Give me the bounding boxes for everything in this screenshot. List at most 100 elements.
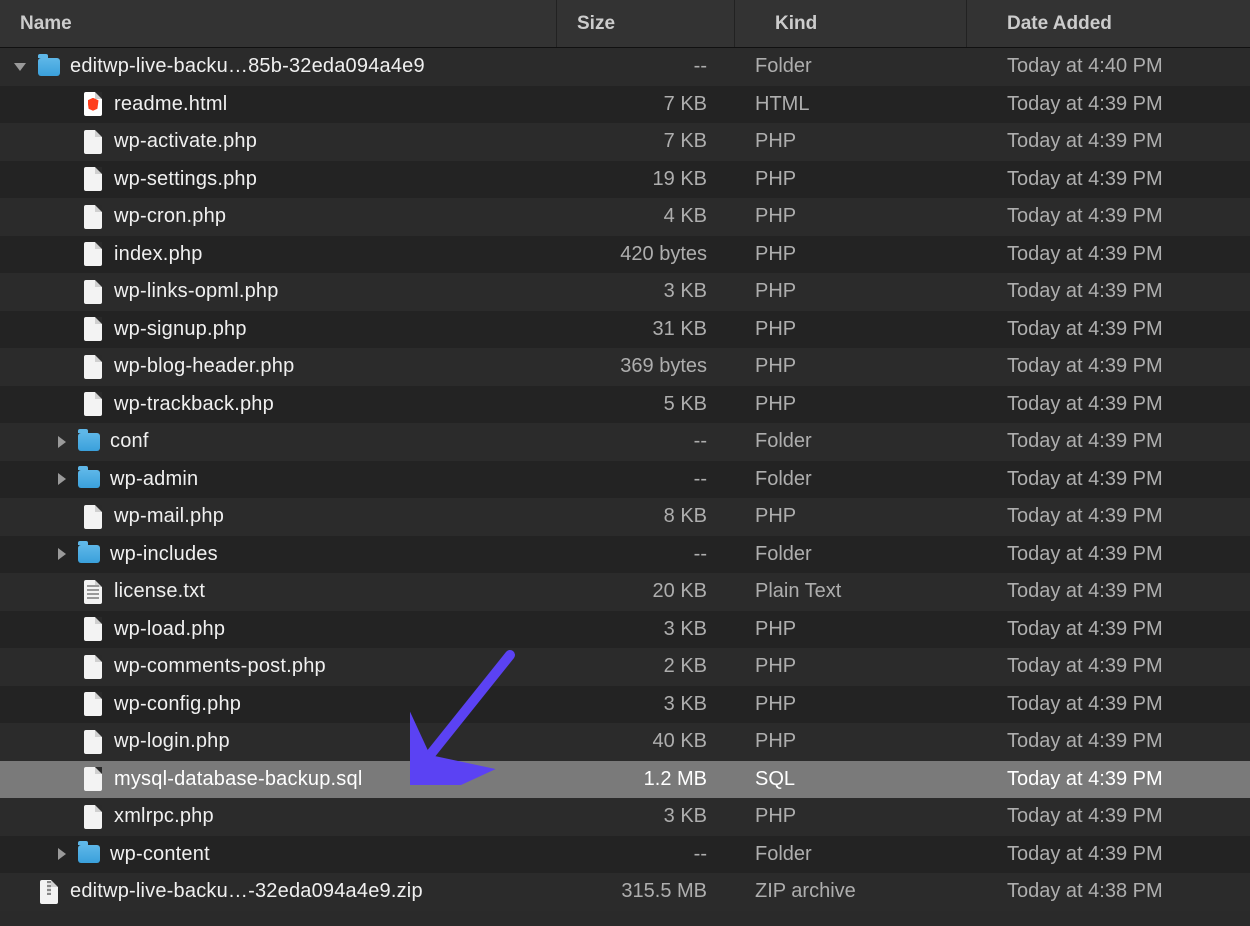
file-size: 31 KB <box>557 318 735 341</box>
html-file-icon <box>82 90 104 118</box>
file-kind: PHP <box>735 280 967 303</box>
generic-file-icon <box>82 353 104 381</box>
folder-icon <box>78 540 100 568</box>
generic-file-icon <box>82 690 104 718</box>
generic-file-icon <box>82 615 104 643</box>
file-name: wp-trackback.php <box>114 393 274 416</box>
file-date-added: Today at 4:39 PM <box>967 318 1250 341</box>
file-size: 3 KB <box>557 618 735 641</box>
generic-file-icon <box>82 653 104 681</box>
file-kind: PHP <box>735 318 967 341</box>
file-date-added: Today at 4:39 PM <box>967 505 1250 528</box>
file-kind: PHP <box>735 730 967 753</box>
folder-icon <box>78 840 100 868</box>
file-kind: PHP <box>735 205 967 228</box>
table-row[interactable]: license.txt20 KBPlain TextToday at 4:39 … <box>0 573 1250 611</box>
table-row[interactable]: wp-links-opml.php3 KBPHPToday at 4:39 PM <box>0 273 1250 311</box>
table-row[interactable]: xmlrpc.php3 KBPHPToday at 4:39 PM <box>0 798 1250 836</box>
table-row[interactable]: wp-signup.php 31 KBPHPToday at 4:39 PM <box>0 311 1250 349</box>
file-size: 20 KB <box>557 580 735 603</box>
column-header-row: Name Size Kind Date Added <box>0 0 1250 48</box>
table-row[interactable]: conf--FolderToday at 4:39 PM <box>0 423 1250 461</box>
table-row[interactable]: wp-content--FolderToday at 4:39 PM <box>0 836 1250 874</box>
folder-icon <box>78 428 100 456</box>
file-date-added: Today at 4:39 PM <box>967 355 1250 378</box>
zip-file-icon <box>38 878 60 906</box>
table-row[interactable]: wp-activate.php7 KBPHPToday at 4:39 PM <box>0 123 1250 161</box>
table-row[interactable]: wp-login.php40 KBPHPToday at 4:39 PM <box>0 723 1250 761</box>
disclosure-triangle-icon[interactable] <box>58 848 66 860</box>
file-name: wp-content <box>110 843 210 866</box>
table-row[interactable]: wp-comments-post.php2 KBPHPToday at 4:39… <box>0 648 1250 686</box>
table-row[interactable]: mysql-database-backup.sql1.2 MBSQLToday … <box>0 761 1250 799</box>
file-kind: Folder <box>735 843 967 866</box>
file-kind: ZIP archive <box>735 880 967 903</box>
file-kind: PHP <box>735 393 967 416</box>
file-date-added: Today at 4:39 PM <box>967 130 1250 153</box>
table-row[interactable]: editwp-live-backu…85b-32eda094a4e9--Fold… <box>0 48 1250 86</box>
table-row[interactable]: readme.html7 KBHTMLToday at 4:39 PM <box>0 86 1250 124</box>
disclosure-spacer <box>58 516 70 517</box>
disclosure-spacer <box>58 779 70 780</box>
disclosure-triangle-icon[interactable] <box>58 548 66 560</box>
column-header-date-added[interactable]: Date Added <box>967 0 1250 47</box>
file-name: wp-blog-header.php <box>114 355 294 378</box>
file-name: wp-login.php <box>114 730 230 753</box>
file-kind: PHP <box>735 355 967 378</box>
disclosure-spacer <box>58 629 70 630</box>
file-name: wp-includes <box>110 543 218 566</box>
file-name: wp-activate.php <box>114 130 257 153</box>
file-name: license.txt <box>114 580 205 603</box>
file-date-added: Today at 4:39 PM <box>967 168 1250 191</box>
column-header-kind[interactable]: Kind <box>735 0 967 47</box>
table-row[interactable]: editwp-live-backu…-32eda094a4e9.zip315.5… <box>0 873 1250 911</box>
file-name: wp-signup.php <box>114 318 247 341</box>
file-kind: PHP <box>735 505 967 528</box>
generic-file-icon <box>82 315 104 343</box>
disclosure-spacer <box>58 366 70 367</box>
file-date-added: Today at 4:39 PM <box>967 618 1250 641</box>
disclosure-spacer <box>58 404 70 405</box>
column-header-name[interactable]: Name <box>0 0 557 47</box>
file-size: 369 bytes <box>557 355 735 378</box>
table-row[interactable]: wp-includes--FolderToday at 4:39 PM <box>0 536 1250 574</box>
file-kind: Plain Text <box>735 580 967 603</box>
column-header-size[interactable]: Size <box>557 0 735 47</box>
file-name: mysql-database-backup.sql <box>114 768 362 791</box>
table-row[interactable]: wp-cron.php4 KBPHPToday at 4:39 PM <box>0 198 1250 236</box>
table-row[interactable]: wp-trackback.php5 KBPHPToday at 4:39 PM <box>0 386 1250 424</box>
disclosure-spacer <box>58 704 70 705</box>
generic-file-icon <box>82 728 104 756</box>
table-row[interactable]: wp-mail.php8 KBPHPToday at 4:39 PM <box>0 498 1250 536</box>
table-row[interactable]: wp-config.php3 KBPHPToday at 4:39 PM <box>0 686 1250 724</box>
file-size: -- <box>557 55 735 78</box>
table-row[interactable]: wp-settings.php19 KBPHPToday at 4:39 PM <box>0 161 1250 199</box>
file-size: -- <box>557 843 735 866</box>
disclosure-spacer <box>58 816 70 817</box>
file-size: -- <box>557 468 735 491</box>
file-date-added: Today at 4:39 PM <box>967 768 1250 791</box>
file-name: wp-links-opml.php <box>114 280 279 303</box>
generic-file-icon <box>82 765 104 793</box>
file-size: 7 KB <box>557 93 735 116</box>
file-size: 4 KB <box>557 205 735 228</box>
file-kind: Folder <box>735 430 967 453</box>
disclosure-triangle-icon[interactable] <box>58 473 66 485</box>
file-size: 420 bytes <box>557 243 735 266</box>
generic-file-icon <box>82 803 104 831</box>
table-row[interactable]: index.php420 bytesPHPToday at 4:39 PM <box>0 236 1250 274</box>
folder-icon <box>78 465 100 493</box>
disclosure-triangle-icon[interactable] <box>14 63 26 71</box>
table-row[interactable]: wp-admin --FolderToday at 4:39 PM <box>0 461 1250 499</box>
file-kind: Folder <box>735 468 967 491</box>
file-name: wp-cron.php <box>114 205 226 228</box>
disclosure-spacer <box>58 179 70 180</box>
table-row[interactable]: wp-blog-header.php 369 bytesPHPToday at 4… <box>0 348 1250 386</box>
file-name: wp-admin <box>110 468 198 491</box>
disclosure-triangle-icon[interactable] <box>58 436 66 448</box>
file-kind: PHP <box>735 243 967 266</box>
table-row[interactable]: wp-load.php3 KBPHPToday at 4:39 PM <box>0 611 1250 649</box>
file-date-added: Today at 4:39 PM <box>967 430 1250 453</box>
file-date-added: Today at 4:39 PM <box>967 468 1250 491</box>
file-name: wp-config.php <box>114 693 241 716</box>
